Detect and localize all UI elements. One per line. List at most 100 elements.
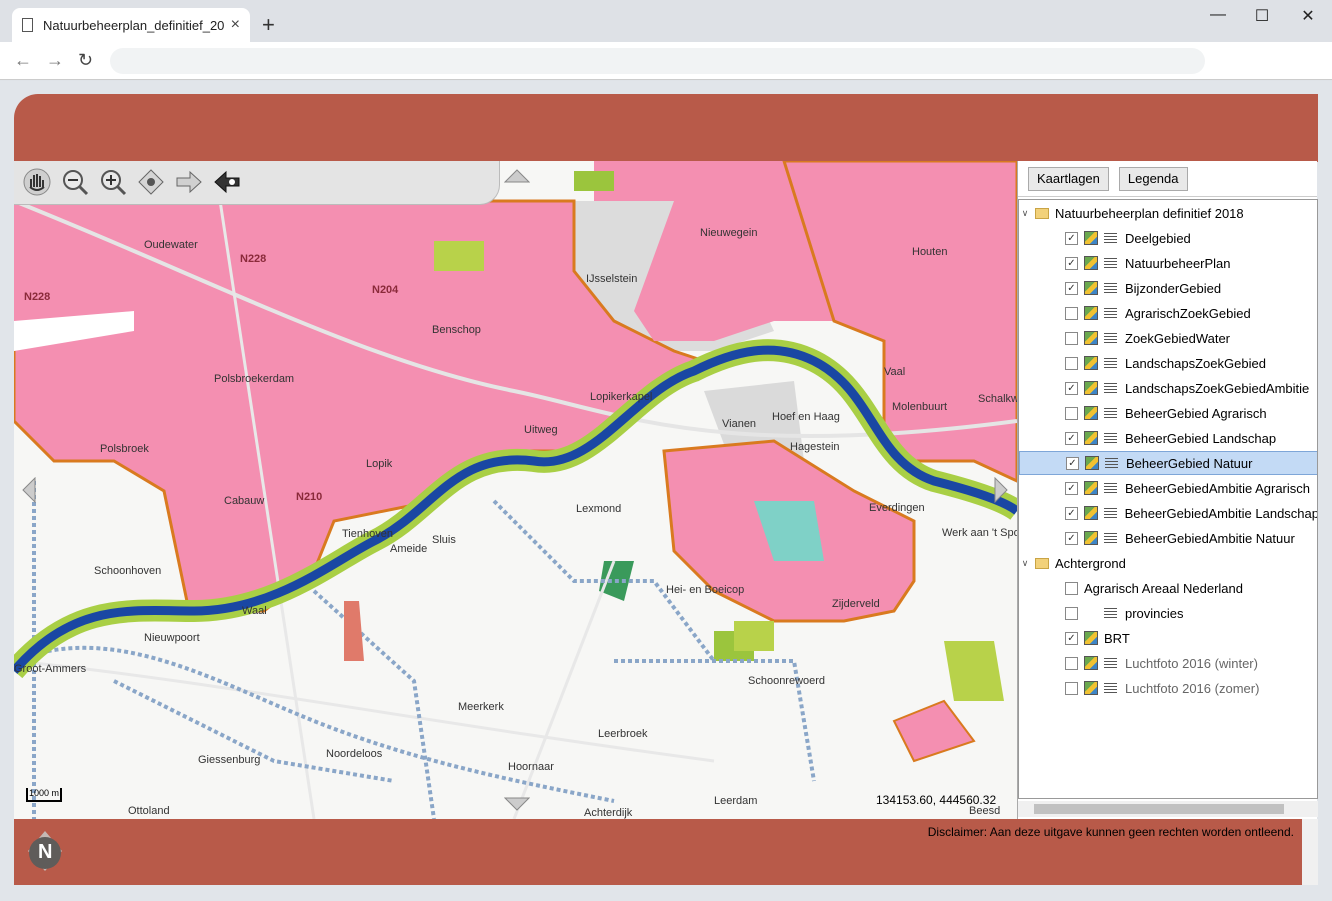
map-label: Lopik (366, 458, 393, 470)
scrollbar-thumb[interactable] (1034, 804, 1284, 814)
layer-options-icon[interactable] (1104, 332, 1117, 344)
coordinate-readout: 134153.60, 444560.32 (876, 793, 997, 807)
layer-options-icon[interactable] (1104, 382, 1117, 394)
layer-group[interactable]: ∨ Natuurbeheerplan definitief 2018 (1019, 201, 1317, 225)
tab-legenda[interactable]: Legenda (1118, 167, 1188, 191)
close-window-button[interactable]: ✕ (1298, 6, 1318, 26)
layer-checkbox[interactable]: ✓ (1065, 506, 1078, 520)
pan-icon[interactable] (22, 167, 52, 197)
layer-checkbox[interactable] (1065, 581, 1078, 595)
layer-symbol-icon (1084, 531, 1098, 545)
zoom-out-icon[interactable] (60, 167, 90, 197)
layer-options-icon[interactable] (1104, 482, 1117, 494)
layer-options-icon[interactable] (1104, 407, 1117, 419)
browser-tab[interactable]: Natuurbeheerplan_definitief_2018 × (12, 8, 250, 42)
layer-checkbox[interactable]: ✓ (1065, 481, 1078, 495)
layer-checkbox[interactable] (1065, 606, 1078, 620)
layer-checkbox[interactable]: ✓ (1066, 456, 1079, 470)
back-button[interactable]: ← (14, 50, 32, 71)
layer-item[interactable]: ✓ NatuurbeheerPlan (1019, 251, 1317, 275)
pan-east-icon[interactable] (994, 477, 1008, 503)
layer-checkbox[interactable]: ✓ (1065, 631, 1078, 645)
layer-item[interactable]: ✓ BeheerGebied Natuur (1019, 451, 1317, 475)
layer-item[interactable]: Luchtfoto 2016 (zomer) (1019, 676, 1317, 700)
layer-checkbox[interactable] (1065, 356, 1078, 370)
layer-symbol-icon (1084, 656, 1098, 670)
layer-label: Luchtfoto 2016 (winter) (1125, 655, 1258, 671)
layer-item[interactable]: ✓ BeheerGebied Landschap (1019, 426, 1317, 450)
layer-checkbox[interactable]: ✓ (1065, 256, 1078, 270)
layer-tree: ∨ Natuurbeheerplan definitief 2018 ✓ Deelge… (1018, 199, 1318, 799)
full-extent-icon[interactable] (136, 167, 166, 197)
layer-item[interactable]: AgrarischZoekGebied (1019, 301, 1317, 325)
map-label: Groot-Ammers (14, 663, 87, 675)
layer-options-icon[interactable] (1104, 432, 1117, 444)
layer-symbol-icon (1084, 681, 1098, 695)
layer-item[interactable]: BeheerGebied Agrarisch (1019, 401, 1317, 425)
layer-checkbox[interactable] (1065, 306, 1078, 320)
layer-options-icon[interactable] (1104, 657, 1117, 669)
layer-item[interactable]: LandschapsZoekGebied (1019, 351, 1317, 375)
collapse-icon[interactable]: ∨ (1019, 208, 1031, 219)
vertical-scrollbar[interactable] (1302, 819, 1318, 885)
page-footer: N Disclaimer: Aan deze uitgave kunnen ge… (14, 819, 1318, 885)
layer-item[interactable]: ✓ BRT (1019, 626, 1317, 650)
zoom-in-icon[interactable] (98, 167, 128, 197)
layer-checkbox[interactable] (1065, 681, 1078, 695)
layer-item[interactable]: ✓ Deelgebied (1019, 226, 1317, 250)
previous-extent-icon[interactable] (212, 167, 242, 197)
layer-item[interactable]: Agrarisch Areaal Nederland (1019, 576, 1317, 600)
layer-checkbox[interactable]: ✓ (1065, 431, 1078, 445)
collapse-icon[interactable]: ∨ (1019, 558, 1031, 569)
pan-west-icon[interactable] (22, 477, 36, 503)
map-label: Vianen (722, 418, 757, 430)
layer-checkbox[interactable]: ✓ (1065, 231, 1078, 245)
layer-item[interactable]: provincies (1019, 601, 1317, 625)
layer-item[interactable]: ✓ BeheerGebiedAmbitie Agrarisch (1019, 476, 1317, 500)
forward-button[interactable]: → (46, 50, 64, 71)
layer-label: Agrarisch Areaal Nederland (1084, 580, 1243, 596)
next-extent-icon[interactable] (174, 167, 204, 197)
layer-checkbox[interactable] (1065, 656, 1078, 670)
minimize-button[interactable]: — (1208, 6, 1228, 24)
layer-group[interactable]: ∨ Achtergrond (1019, 551, 1317, 575)
horizontal-scrollbar[interactable] (1018, 801, 1318, 817)
map-view[interactable]: Oudewater N228 N204 N228 Benschop Polsbr… (14, 161, 1017, 819)
layer-label: BeheerGebiedAmbitie Landschap (1124, 505, 1318, 521)
layer-item[interactable]: ✓ LandschapsZoekGebiedAmbitie (1019, 376, 1317, 400)
layer-options-icon[interactable] (1105, 457, 1118, 469)
layer-options-icon[interactable] (1104, 232, 1117, 244)
tab-kaartlagen[interactable]: Kaartlagen (1028, 167, 1109, 191)
map-label: Noordeloos (326, 748, 383, 760)
layer-checkbox[interactable]: ✓ (1065, 381, 1078, 395)
reload-button[interactable]: ↻ (78, 50, 93, 71)
map-label: Oudewater (144, 239, 198, 251)
layer-item[interactable]: Luchtfoto 2016 (winter) (1019, 651, 1317, 675)
tab-close-icon[interactable]: × (231, 16, 240, 34)
map-label: Schalkwijk (978, 393, 1017, 405)
layer-options-icon[interactable] (1104, 357, 1117, 369)
layer-item[interactable]: ✓ BeheerGebiedAmbitie Landschap (1019, 501, 1318, 525)
layer-options-icon[interactable] (1104, 257, 1117, 269)
pan-north-icon[interactable] (504, 169, 530, 183)
address-bar[interactable] (110, 48, 1205, 74)
map-label: Schoonrewoerd (748, 675, 826, 687)
layer-options-icon[interactable] (1104, 282, 1117, 294)
layer-item[interactable]: ✓ BijzonderGebied (1019, 276, 1317, 300)
layer-item[interactable]: ✓ BeheerGebiedAmbitie Natuur (1019, 526, 1317, 550)
layer-options-icon[interactable] (1104, 307, 1117, 319)
layer-item[interactable]: ZoekGebiedWater (1019, 326, 1317, 350)
layer-options-icon[interactable] (1104, 532, 1117, 544)
layer-options-icon[interactable] (1104, 607, 1117, 619)
new-tab-button[interactable]: + (262, 12, 275, 38)
browser-navbar: ← → ↻ (0, 42, 1332, 80)
map-label: Nieuwpoort (144, 632, 200, 644)
layer-options-icon[interactable] (1104, 682, 1117, 694)
layer-checkbox[interactable] (1065, 406, 1078, 420)
pan-south-icon[interactable] (504, 797, 530, 811)
layer-options-icon[interactable] (1103, 507, 1117, 519)
layer-checkbox[interactable]: ✓ (1065, 531, 1078, 545)
layer-checkbox[interactable]: ✓ (1065, 281, 1078, 295)
layer-checkbox[interactable] (1065, 331, 1078, 345)
maximize-button[interactable]: ☐ (1252, 6, 1272, 26)
